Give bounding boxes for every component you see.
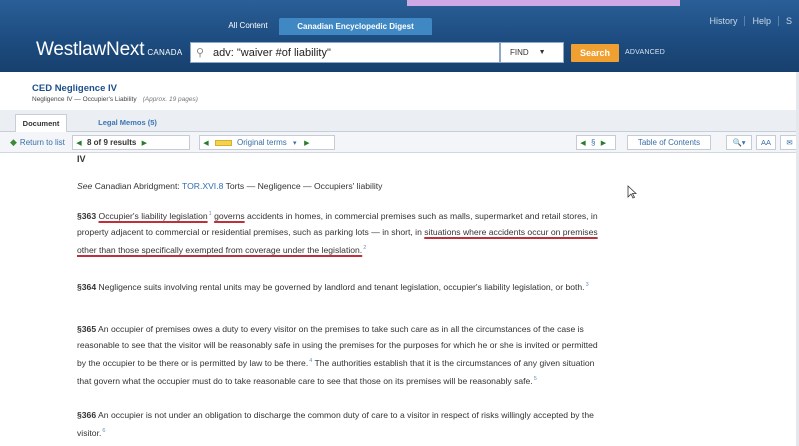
search-button[interactable]: Search bbox=[571, 44, 619, 62]
tab-document[interactable]: Document bbox=[15, 114, 67, 132]
search-within-icon[interactable]: 🔍▾ bbox=[726, 135, 752, 150]
document-title: CED Negligence IV bbox=[32, 83, 117, 94]
document-subtitle: Negligence IV — Occupier's Liability (App… bbox=[32, 96, 198, 103]
chevron-down-icon: ▼ bbox=[538, 49, 546, 56]
results-count: 8 of 9 results bbox=[87, 138, 137, 147]
section-number: §363 bbox=[77, 210, 97, 221]
prev-result-icon[interactable]: ◀ bbox=[73, 139, 85, 147]
see-rest: Torts — Negligence — Occupiers' liabilit… bbox=[225, 181, 383, 191]
next-result-icon[interactable]: ▶ bbox=[138, 139, 150, 147]
footnote-link[interactable]: 2 bbox=[363, 245, 366, 251]
logo-suffix: CANADA bbox=[147, 48, 183, 57]
mouse-cursor-icon bbox=[627, 185, 637, 199]
search-query: adv: "waiver #of liability" bbox=[213, 46, 331, 59]
page-count: (Approx. 19 pages) bbox=[142, 96, 198, 103]
history-link[interactable]: History bbox=[702, 16, 744, 26]
next-term-icon[interactable]: ▶ bbox=[301, 139, 313, 147]
table-of-contents-button[interactable]: Table of Contents bbox=[627, 135, 711, 150]
document-body: IV See Canadian Abridgment: TOR.XVI.8 To… bbox=[0, 153, 799, 446]
see-reference: See Canadian Abridgment: TOR.XVI.8 Torts… bbox=[77, 181, 382, 191]
see-prefix: See bbox=[77, 181, 93, 191]
footnote-link[interactable]: 3 bbox=[586, 282, 589, 288]
document-subtitle-text: Negligence IV — Occupier's Liability bbox=[32, 96, 137, 103]
footnote-link[interactable]: 1 bbox=[209, 211, 212, 217]
document-toolbar: ◆ Return to list ◀ 8 of 9 results ▶ ◀ Or… bbox=[0, 132, 799, 153]
help-link[interactable]: Help bbox=[744, 16, 778, 26]
search-input[interactable]: ⚲ adv: "waiver #of liability" bbox=[190, 42, 500, 63]
see-text: Canadian Abridgment: bbox=[94, 181, 180, 191]
browser-strip bbox=[407, 0, 680, 6]
find-label: FIND bbox=[510, 48, 529, 57]
paragraph-text: An occupier is not under an obligation t… bbox=[77, 410, 594, 438]
document-tabs: Document Legal Memos (5) bbox=[0, 110, 799, 132]
underlined-text: governs bbox=[214, 210, 245, 221]
top-links: History Help S bbox=[702, 16, 799, 26]
return-to-list-link[interactable]: ◆ Return to list bbox=[10, 136, 65, 149]
paragraph-364: §364 Negligence suits involving rental u… bbox=[77, 277, 599, 295]
tab-canadian-encyclopedic-digest[interactable]: Canadian Encyclopedic Digest bbox=[279, 18, 432, 35]
tab-all-content[interactable]: All Content bbox=[217, 19, 279, 33]
return-label: Return to list bbox=[19, 138, 65, 147]
section-number: §366 bbox=[77, 410, 97, 420]
section-symbol: § bbox=[591, 138, 596, 147]
section-number: §364 bbox=[77, 281, 97, 292]
text-size-button[interactable]: AA bbox=[756, 135, 776, 150]
underlined-text: Occupier's liability legislation bbox=[98, 210, 208, 221]
paragraph-366: §366 An occupier is not under an obligat… bbox=[77, 407, 599, 441]
results-pager: ◀ 8 of 9 results ▶ bbox=[72, 135, 190, 150]
original-terms-pager: ◀ Original terms ▾ ▶ bbox=[199, 135, 335, 150]
search-icon: ⚲ bbox=[196, 46, 205, 59]
app-header: History Help S All Content Canadian Ency… bbox=[0, 0, 799, 72]
next-section-icon[interactable]: ▶ bbox=[597, 139, 609, 147]
abridgment-link[interactable]: TOR.XVI.8 bbox=[182, 181, 223, 191]
westlaw-logo[interactable]: WestlawNext CANADA bbox=[36, 39, 182, 61]
advanced-search-link[interactable]: ADVANCED bbox=[625, 49, 665, 56]
terms-dropdown-icon[interactable]: ▾ bbox=[289, 139, 301, 147]
back-arrow-icon: ◆ bbox=[10, 137, 17, 147]
section-heading: IV bbox=[77, 154, 86, 164]
section-number: §365 bbox=[77, 324, 97, 334]
settings-link[interactable]: S bbox=[777, 16, 799, 26]
footnote-link[interactable]: 5 bbox=[534, 376, 537, 382]
prev-term-icon[interactable]: ◀ bbox=[200, 139, 212, 147]
footnote-link[interactable]: 4 bbox=[309, 358, 312, 364]
document-title-area: CED Negligence IV Negligence IV — Occupi… bbox=[0, 72, 799, 110]
logo-main: WestlawNext bbox=[36, 39, 145, 60]
footnote-link[interactable]: 6 bbox=[102, 428, 105, 434]
original-terms-label[interactable]: Original terms bbox=[235, 138, 289, 147]
find-dropdown[interactable]: FIND ▼ bbox=[500, 42, 564, 63]
tab-legal-memos[interactable]: Legal Memos (5) bbox=[75, 114, 180, 132]
highlight-swatch-icon bbox=[215, 139, 232, 146]
prev-section-icon[interactable]: ◀ bbox=[577, 139, 589, 147]
paragraph-363: §363 Occupier's liability legislation1 g… bbox=[77, 206, 599, 258]
section-pager: ◀ § ▶ bbox=[576, 135, 616, 150]
paragraph-text: Negligence suits involving rental units … bbox=[98, 281, 585, 292]
paragraph-365: §365 An occupier of premises owes a duty… bbox=[77, 321, 599, 389]
